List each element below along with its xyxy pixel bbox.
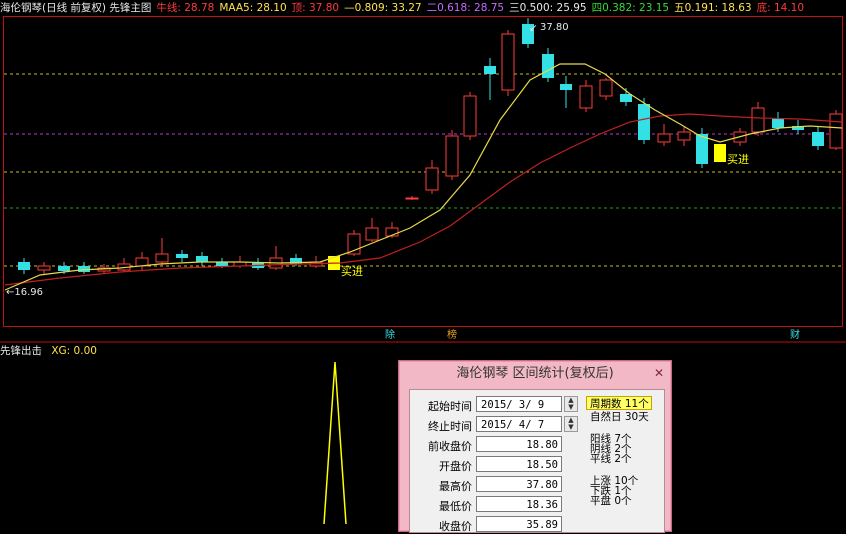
candle-body: [176, 254, 188, 258]
field-label-1: 终止时间: [428, 420, 472, 433]
buy-label-2: 买进: [727, 153, 749, 166]
candle-body: [196, 256, 208, 262]
candle-body: [560, 84, 572, 90]
price-low-label: ←16.96: [6, 287, 43, 298]
candle-body: [657, 133, 671, 143]
candle-body: [365, 227, 379, 241]
header-item-8: 五0.191: 18.63: [674, 2, 752, 14]
field-row-0: 起始时间 2015/ 3/ 9 ▲ ▼: [410, 396, 580, 414]
field-label-0: 起始时间: [428, 400, 472, 413]
field-label-6: 收盘价: [439, 520, 472, 533]
header-item-7: 四0.382: 23.15: [591, 2, 670, 14]
candle-body: [620, 94, 632, 102]
header-item-4: —0.809: 33.27: [344, 2, 422, 14]
dialog-title: 海伦钢琴 区间统计(复权后): [456, 366, 614, 381]
candle-body: [812, 132, 824, 146]
buy-signal-candle-2: [714, 144, 726, 162]
price-high-label: 37.80: [540, 22, 569, 33]
candle-body: [463, 95, 477, 137]
candle-body: [425, 167, 439, 191]
value-field-4: 37.80: [476, 476, 562, 492]
spin-down-icon[interactable]: ▼: [565, 404, 577, 411]
sub-chart-name: 先锋出击: [0, 345, 42, 357]
candle-body: [484, 66, 496, 74]
natural-days: 自然日 30天: [590, 411, 649, 423]
candle-body: [696, 134, 708, 164]
candle-body: [58, 266, 70, 271]
candle-body: [405, 197, 419, 200]
date-input-1[interactable]: 2015/ 4/ 7: [476, 416, 562, 432]
field-label-3: 开盘价: [439, 460, 472, 473]
value-field-6: 35.89: [476, 516, 562, 532]
header-item-9: 底: 14.10: [756, 2, 805, 14]
candle-body: [599, 79, 613, 97]
candlesticks: [18, 18, 843, 274]
date-input-0[interactable]: 2015/ 3/ 9: [476, 396, 562, 412]
ping-count: 平线 2个: [590, 453, 632, 465]
header-item-1: 牛线: 28.78: [156, 2, 215, 14]
main-panel-border: [3, 16, 843, 327]
candle-body: [638, 104, 650, 140]
field-row-1: 终止时间 2015/ 4/ 7 ▲ ▼: [410, 416, 580, 434]
header-item-2: MAA5: 28.10: [219, 2, 287, 14]
header-item-6: 三0.500: 25.95: [509, 2, 587, 14]
date-spinner-0[interactable]: ▲ ▼: [564, 396, 578, 412]
arrow-high-icon: ↙: [529, 23, 537, 34]
close-icon[interactable]: ✕: [653, 367, 665, 379]
candle-body: [772, 118, 784, 128]
candle-body: [579, 85, 593, 109]
flat-count: 平盘 0个: [590, 495, 632, 507]
value-field-5: 18.36: [476, 496, 562, 512]
field-row-2: 前收盘价 18.80: [410, 436, 580, 454]
candle-body: [751, 107, 765, 133]
field-row-6: 收盘价 35.89: [410, 516, 580, 534]
interval-stats-dialog[interactable]: 海伦钢琴 区间统计(复权后) ✕ 起始时间 2015/ 3/ 9 ▲ ▼ 终止时间 201…: [398, 360, 672, 533]
header-item-0: 海伦钢琴(日线 前复权) 先锋主图: [0, 2, 152, 14]
ma-yellow-line: [4, 63, 843, 291]
chart-header: 海伦钢琴(日线 前复权) 先锋主图 牛线: 28.78 MAA5: 28.10 顶: …: [0, 0, 846, 16]
period-count: 周期数 11个: [586, 396, 652, 410]
event-marker-2[interactable]: 榜: [447, 328, 457, 341]
dialog-body: 起始时间 2015/ 3/ 9 ▲ ▼ 终止时间 2015/ 4/ 7 ▲ ▼ 前收盘价 18.8…: [409, 389, 665, 533]
candle-body: [829, 113, 843, 149]
ma-red-line: [4, 113, 843, 286]
event-marker-1[interactable]: 除: [385, 328, 395, 341]
sub-chart-label: 先锋出击 XG: 0.00: [0, 344, 97, 358]
candle-body: [18, 262, 30, 270]
date-spinner-1[interactable]: ▲ ▼: [564, 416, 578, 432]
header-item-5: 二0.618: 28.75: [426, 2, 505, 14]
field-row-3: 开盘价 18.50: [410, 456, 580, 474]
value-field-3: 18.50: [476, 456, 562, 472]
sub-chart-value: XG: 0.00: [51, 345, 97, 357]
candle-body: [445, 135, 459, 177]
header-item-3: 顶: 37.80: [291, 2, 340, 14]
field-row-5: 最低价 18.36: [410, 496, 580, 514]
xg-spike-line: [323, 361, 347, 524]
event-marker-3[interactable]: 财: [790, 328, 800, 341]
candle-body: [37, 265, 51, 271]
candle-body: [501, 33, 515, 91]
field-label-4: 最高价: [439, 480, 472, 493]
candle-body: [155, 253, 169, 263]
candle-body: [542, 54, 554, 78]
field-label-5: 最低价: [439, 500, 472, 513]
value-field-2: 18.80: [476, 436, 562, 452]
spin-down-icon[interactable]: ▼: [565, 424, 577, 431]
field-label-2: 前收盘价: [428, 440, 472, 453]
buy-label-1: 买进: [341, 265, 363, 278]
candle-body: [677, 131, 691, 141]
field-row-4: 最高价 37.80: [410, 476, 580, 494]
